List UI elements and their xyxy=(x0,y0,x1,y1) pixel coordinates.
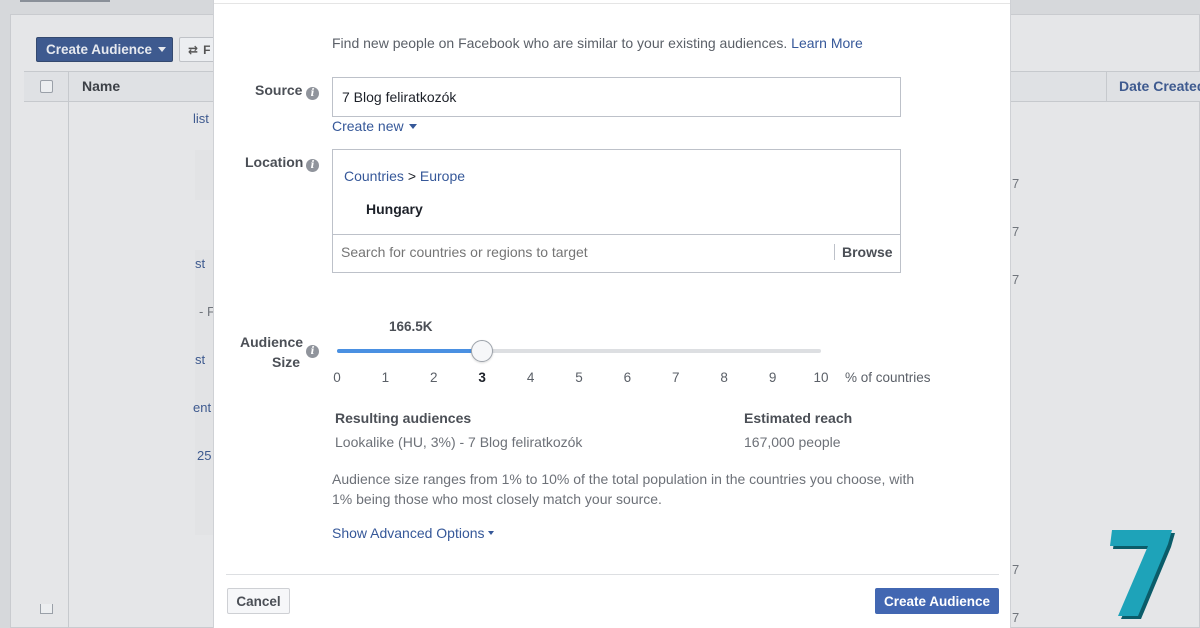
slider-tick-6[interactable]: 6 xyxy=(624,370,632,385)
breadcrumb-region-link[interactable]: Europe xyxy=(420,168,465,184)
background-row-shade xyxy=(195,150,213,200)
create-lookalike-audience-dialog: Find new people on Facebook who are simi… xyxy=(213,0,1011,628)
audience-size-slider[interactable] xyxy=(337,340,821,362)
audience-size-label-line1: Audience xyxy=(240,334,304,350)
breadcrumb-separator: > xyxy=(407,168,416,184)
background-row-name[interactable]: list xyxy=(193,111,209,126)
source-label: Source xyxy=(255,82,303,98)
source-value: 7 Blog feliratkozók xyxy=(342,89,457,105)
background-row-name[interactable]: st xyxy=(195,256,205,271)
column-divider xyxy=(1106,72,1107,102)
info-icon[interactable]: i xyxy=(306,345,319,358)
select-all-checkbox[interactable] xyxy=(40,80,53,93)
audience-size-label: Audience Size xyxy=(240,332,304,372)
slider-tick-5[interactable]: 5 xyxy=(575,370,583,385)
advanced-options-label: Show Advanced Options xyxy=(332,525,485,541)
background-row-name[interactable]: st xyxy=(195,352,205,367)
location-selector: Countries > Europe Hungary Browse xyxy=(332,149,901,273)
slider-tick-8[interactable]: 8 xyxy=(720,370,728,385)
slider-fill xyxy=(337,349,483,353)
selected-country[interactable]: Hungary xyxy=(366,201,423,217)
logo-seven-shape xyxy=(1110,530,1172,616)
background-filter-label: F xyxy=(203,42,211,57)
slider-tick-1[interactable]: 1 xyxy=(382,370,390,385)
background-row-shade xyxy=(195,250,213,535)
background-tab-indicator xyxy=(20,0,110,2)
create-new-label: Create new xyxy=(332,118,404,134)
background-row-date: 7 xyxy=(1012,562,1020,577)
column-header-date-created[interactable]: Date Created xyxy=(1119,78,1200,94)
background-row-date: 7 xyxy=(1012,224,1020,239)
background-row-date: 7 xyxy=(1012,272,1020,287)
slider-tick-0[interactable]: 0 xyxy=(333,370,341,385)
location-divider xyxy=(333,234,900,235)
background-row-date: 7 xyxy=(1012,610,1020,625)
browse-separator xyxy=(834,244,835,260)
cancel-button[interactable]: Cancel xyxy=(227,588,290,614)
audience-size-note: Audience size ranges from 1% to 10% of t… xyxy=(332,471,915,507)
filter-icon: ⇄ xyxy=(188,42,199,57)
background-create-audience-label: Create Audience xyxy=(46,42,153,57)
row-checkbox[interactable] xyxy=(40,604,53,614)
intro-text: Find new people on Facebook who are simi… xyxy=(332,35,863,51)
browse-button[interactable]: Browse xyxy=(842,244,893,260)
create-audience-button[interactable]: Create Audience xyxy=(875,588,999,614)
estimated-reach-value: 167,000 people xyxy=(744,434,841,450)
intro-description: Find new people on Facebook who are simi… xyxy=(332,35,788,51)
slider-tick-4[interactable]: 4 xyxy=(527,370,535,385)
column-header-name[interactable]: Name xyxy=(82,78,120,94)
column-divider xyxy=(68,72,69,628)
estimated-reach-heading: Estimated reach xyxy=(744,410,853,426)
brand-logo xyxy=(1110,530,1175,619)
slider-tick-3[interactable]: 3 xyxy=(478,370,486,385)
breadcrumb-countries-link[interactable]: Countries xyxy=(344,168,404,184)
resulting-audience-value: Lookalike (HU, 3%) - 7 Blog feliratkozók xyxy=(335,434,583,450)
show-advanced-options-link[interactable]: Show Advanced Options xyxy=(332,525,494,541)
background-row-name[interactable]: ent xyxy=(193,400,211,415)
background-create-audience-button[interactable]: Create Audience xyxy=(36,37,173,62)
slider-tick-10[interactable]: 10 xyxy=(813,370,828,385)
slider-tick-9[interactable]: 9 xyxy=(769,370,777,385)
audience-size-label-line2: Size xyxy=(271,354,300,370)
background-row-name[interactable]: 25 xyxy=(197,448,211,463)
resulting-audiences-heading: Resulting audiences xyxy=(335,410,472,426)
chevron-down-icon xyxy=(158,47,167,52)
chevron-down-icon xyxy=(487,531,494,535)
info-icon[interactable]: i xyxy=(306,159,319,172)
slider-tick-7[interactable]: 7 xyxy=(672,370,680,385)
chevron-down-icon xyxy=(408,123,417,129)
slider-tick-2[interactable]: 2 xyxy=(430,370,438,385)
location-breadcrumb: Countries > Europe xyxy=(344,168,465,184)
slider-unit-label: % of countries xyxy=(845,370,931,385)
dialog-footer-divider xyxy=(226,574,999,575)
create-new-dropdown[interactable]: Create new xyxy=(332,118,417,134)
audience-size-value: 166.5K xyxy=(389,319,433,334)
learn-more-link[interactable]: Learn More xyxy=(791,35,863,51)
background-row-date: 7 xyxy=(1012,176,1020,191)
location-label: Location xyxy=(245,154,304,170)
dialog-header-divider xyxy=(214,3,1010,4)
location-search-input[interactable] xyxy=(341,244,821,260)
info-icon[interactable]: i xyxy=(306,87,319,100)
source-input[interactable]: 7 Blog feliratkozók xyxy=(332,77,901,117)
slider-handle[interactable] xyxy=(471,340,494,362)
